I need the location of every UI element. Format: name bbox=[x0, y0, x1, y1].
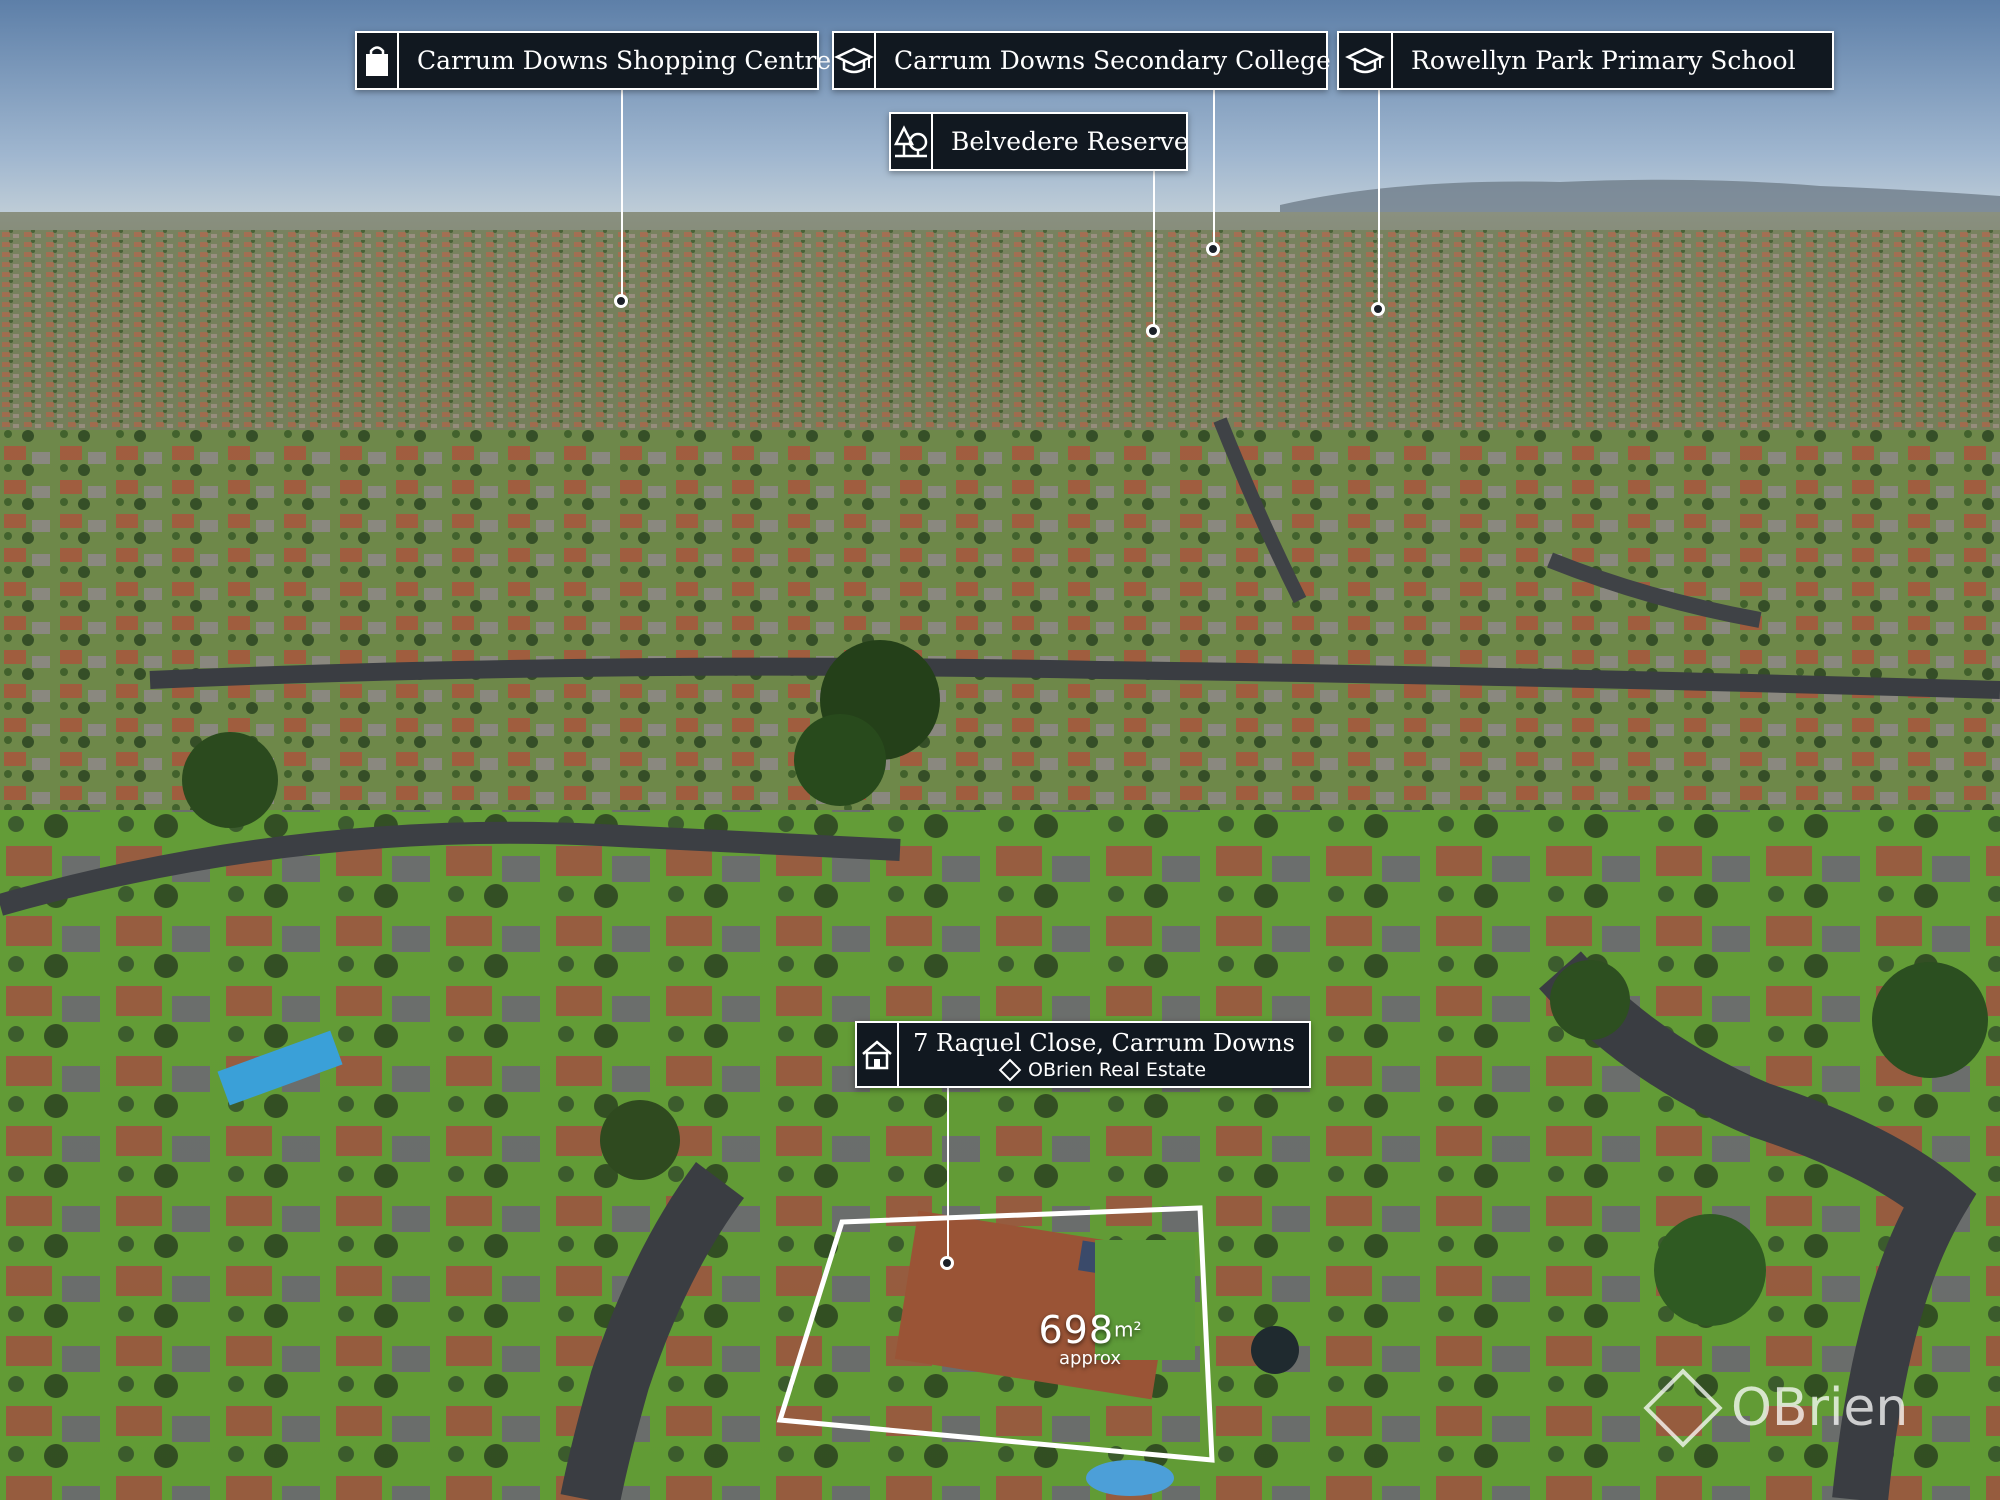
reserve-label: Belvedere Reserve bbox=[951, 127, 1189, 156]
reserve-leader-line bbox=[1153, 168, 1155, 328]
secondary-location-pin bbox=[1206, 242, 1220, 256]
secondary-college-label: Carrum Downs Secondary College bbox=[894, 46, 1331, 75]
aerial-photo: Carrum Downs Shopping Centre Carrum Down… bbox=[0, 0, 2000, 1500]
agent-line: OBrien Real Estate bbox=[998, 1058, 1207, 1081]
aerial-scene bbox=[0, 0, 2000, 1500]
shopping-centre-label: Carrum Downs Shopping Centre bbox=[417, 46, 832, 75]
shopping-bag-icon bbox=[357, 33, 399, 88]
secondary-college-callout: Carrum Downs Secondary College bbox=[832, 31, 1331, 90]
primary-location-pin bbox=[1371, 302, 1385, 316]
land-area-label: 698m² approx bbox=[1020, 1308, 1160, 1369]
shopping-leader-line bbox=[621, 88, 623, 298]
watermark-text: OBrien bbox=[1731, 1378, 1909, 1438]
house-icon bbox=[857, 1023, 900, 1086]
agent-name: OBrien Real Estate bbox=[1028, 1058, 1207, 1081]
reserve-location-pin bbox=[1146, 324, 1160, 338]
property-leader-line bbox=[947, 1086, 949, 1260]
property-location-pin bbox=[940, 1256, 954, 1270]
property-address: 7 Raquel Close, Carrum Downs bbox=[913, 1028, 1295, 1057]
primary-school-label: Rowellyn Park Primary School bbox=[1411, 46, 1796, 75]
land-area-number: 698 bbox=[1038, 1308, 1115, 1352]
graduation-cap-icon bbox=[1339, 33, 1393, 88]
land-area-unit: m² bbox=[1114, 1317, 1142, 1342]
primary-school-callout: Rowellyn Park Primary School bbox=[1337, 31, 1834, 90]
property-callout: 7 Raquel Close, Carrum Downs OBrien Real… bbox=[855, 1021, 1311, 1088]
obrien-logo-icon bbox=[1643, 1368, 1723, 1448]
primary-leader-line bbox=[1378, 88, 1380, 308]
agent-logo-icon bbox=[998, 1058, 1022, 1081]
property-callout-text: 7 Raquel Close, Carrum Downs OBrien Real… bbox=[899, 1023, 1309, 1086]
shopping-location-pin bbox=[614, 294, 628, 308]
reserve-callout: Belvedere Reserve bbox=[889, 112, 1189, 171]
secondary-leader-line bbox=[1213, 88, 1215, 246]
shopping-centre-callout: Carrum Downs Shopping Centre bbox=[355, 31, 831, 90]
graduation-cap-icon bbox=[834, 33, 876, 88]
obrien-watermark: OBrien bbox=[1643, 1368, 1909, 1448]
trees-icon bbox=[891, 114, 933, 169]
